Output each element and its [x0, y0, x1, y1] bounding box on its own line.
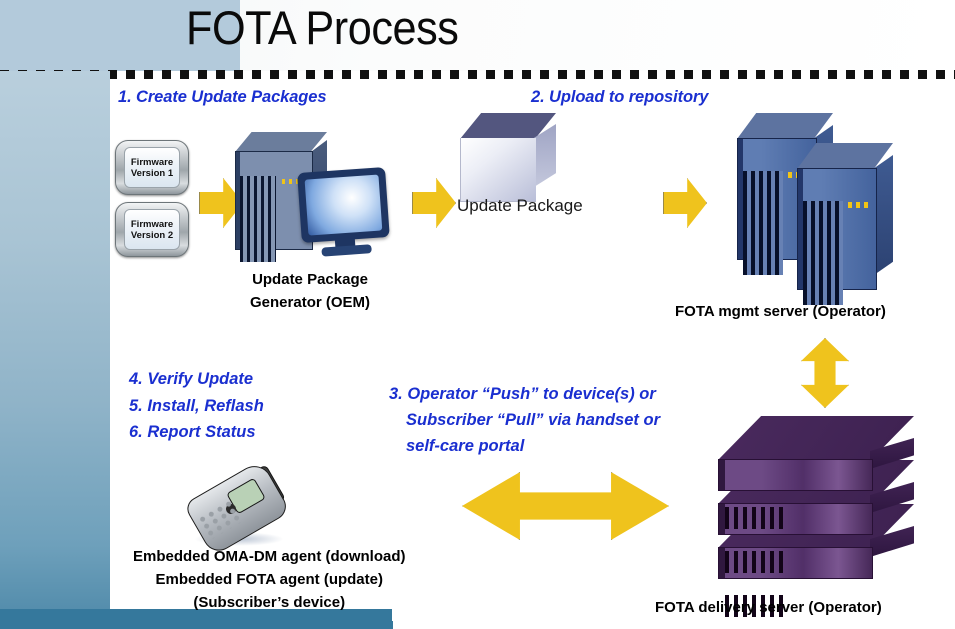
monitor-base — [321, 244, 372, 257]
firmware-1-line-2: Version 1 — [130, 167, 174, 179]
tier3-drive-slots — [725, 507, 783, 529]
slide-canvas: FOTA Process 1. Create Update Packages 2… — [0, 0, 955, 629]
firmware-version-1-face: Firmware Version 1 — [124, 147, 180, 188]
device-caption-line-2: Embedded FOTA agent (update) — [155, 571, 383, 588]
step-6-label: 6. Report Status — [129, 423, 256, 441]
computer-monitor-icon — [297, 167, 391, 259]
server-rack-front-icon — [797, 143, 893, 305]
server-b-vent-slots — [803, 201, 843, 305]
generator-caption-line-1: Update Package — [252, 271, 368, 288]
device-caption-line-3: (Subscriber’s device) — [193, 594, 346, 611]
firmware-version-1-label: Firmware Version 1 — [131, 157, 173, 179]
step-2-label: 2. Upload to repository — [531, 88, 709, 106]
fota-delivery-server-illustration — [718, 408, 933, 617]
delivery-server-caption: FOTA delivery server (Operator) — [655, 599, 882, 616]
mgmt-server-caption: FOTA mgmt server (Operator) — [675, 303, 886, 320]
firmware-1-line-1: Firmware — [130, 156, 174, 168]
fota-mgmt-server-illustration — [737, 113, 915, 305]
update-package-caption: Update Package — [457, 196, 583, 215]
firmware-version-1-chip: Firmware Version 1 — [115, 140, 189, 195]
tier2-drive-slots — [725, 551, 783, 573]
step-5-label: 5. Install, Reflash — [129, 396, 264, 415]
generator-caption: Update Package Generator (OEM) — [250, 268, 370, 314]
monitor-bezel — [297, 167, 390, 244]
cube-front-face — [460, 138, 536, 202]
tower-top-face — [235, 132, 327, 152]
device-caption-line-1: Embedded OMA-DM agent (download) — [133, 548, 406, 565]
server-b-front-face — [797, 168, 877, 305]
rack-tier-top — [718, 416, 914, 529]
step-1-label: 1. Create Update Packages — [118, 88, 327, 106]
step-3-label: 3. Operator “Push” to device(s) or Subsc… — [389, 381, 660, 459]
tier3-front-face — [718, 459, 873, 529]
steps-4-5-6-list: 4. Verify Update 5. Install, Reflash 6. … — [129, 366, 264, 446]
server-a-vent-slots — [743, 171, 783, 275]
step-3-line-1: 3. Operator “Push” to device(s) or — [389, 385, 656, 403]
step-4-label: 4. Verify Update — [129, 370, 254, 388]
subscriber-device-caption: Embedded OMA-DM agent (download) Embedde… — [133, 545, 405, 614]
step-3-line-3: self-care portal — [406, 437, 525, 455]
monitor-screen — [304, 174, 383, 236]
left-sidebar-gradient — [0, 71, 110, 629]
generator-caption-line-2: Generator (OEM) — [250, 294, 371, 311]
mobile-phone-icon — [183, 459, 298, 557]
dashed-divider — [0, 70, 955, 79]
firmware-2-line-2: Version 2 — [130, 229, 174, 241]
server-b-led-indicators — [848, 202, 871, 208]
firmware-version-2-label: Firmware Version 2 — [131, 219, 173, 241]
step-3-line-2: Subscriber “Pull” via handset or — [406, 411, 660, 429]
firmware-version-2-face: Firmware Version 2 — [124, 209, 180, 250]
firmware-2-line-1: Firmware — [130, 218, 174, 230]
update-package-generator-illustration — [232, 126, 390, 266]
tower-vent-slots — [240, 176, 276, 262]
page-title: FOTA Process — [186, 1, 459, 54]
bottom-accent-bar-extension — [178, 621, 393, 629]
firmware-version-2-chip: Firmware Version 2 — [115, 202, 189, 257]
update-package-cube-icon — [460, 113, 556, 202]
